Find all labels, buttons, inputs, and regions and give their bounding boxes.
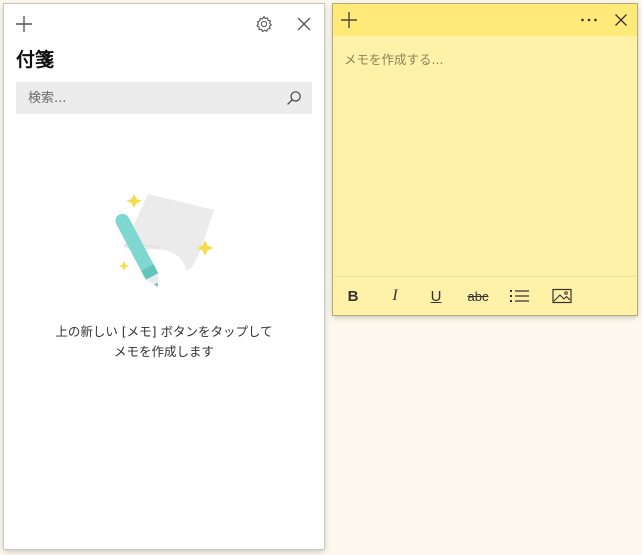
italic-button[interactable]: I [387, 283, 403, 309]
format-toolbar: B I U abc [333, 276, 637, 315]
search-box [16, 82, 312, 114]
bullet-list-icon [510, 290, 529, 302]
strikethrough-button[interactable]: abc [464, 283, 492, 309]
note-new-note-button[interactable] [335, 6, 363, 34]
note-text-input[interactable] [333, 36, 637, 276]
search-button[interactable] [280, 84, 308, 112]
page-title: 付箋 [16, 49, 55, 71]
empty-notes-illustration-icon [115, 194, 214, 288]
gear-icon [256, 15, 272, 33]
notes-list-window: 付箋 上の新しい [メモ] ボタンをタップして メモを作成します [4, 4, 324, 549]
close-icon [615, 14, 627, 26]
bold-button[interactable]: B [345, 283, 361, 309]
plus-icon [16, 16, 32, 32]
new-note-button[interactable] [10, 10, 38, 38]
empty-state-message: 上の新しい [メモ] ボタンをタップして メモを作成します [4, 322, 324, 362]
empty-state-line-2: メモを作成します [113, 344, 214, 359]
note-close-button[interactable] [607, 6, 635, 34]
plus-icon [341, 12, 357, 28]
empty-state-line-1: 上の新しい [メモ] ボタンをタップして [55, 324, 273, 339]
note-body [333, 36, 637, 276]
search-input[interactable] [16, 82, 276, 114]
settings-button[interactable] [250, 10, 278, 38]
close-list-button[interactable] [290, 10, 318, 38]
note-titlebar[interactable] [333, 4, 637, 36]
add-image-button[interactable] [551, 283, 573, 309]
bullet-list-button[interactable] [509, 283, 531, 309]
sticky-note-window: B I U abc [333, 4, 637, 315]
search-icon [287, 91, 301, 105]
more-icon [581, 18, 597, 22]
image-icon [552, 288, 572, 304]
list-titlebar [4, 4, 324, 44]
note-menu-button[interactable] [575, 6, 603, 34]
underline-button[interactable]: U [428, 283, 444, 309]
close-icon [297, 17, 311, 31]
